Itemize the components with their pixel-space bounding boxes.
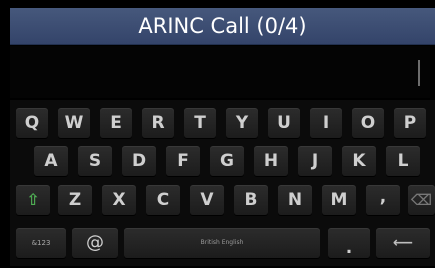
- key-p[interactable]: P: [394, 108, 426, 138]
- key-l[interactable]: L: [386, 146, 420, 176]
- screen: ARINC Call (0/4) Q W E R T Y U I O P A S…: [0, 0, 435, 266]
- key-v[interactable]: V: [190, 185, 224, 215]
- key-z[interactable]: Z: [58, 185, 92, 215]
- key-m[interactable]: M: [322, 185, 356, 215]
- key-comma[interactable]: ,: [366, 185, 400, 215]
- key-n[interactable]: N: [278, 185, 312, 215]
- shift-key[interactable]: ⇧: [16, 185, 50, 215]
- key-k[interactable]: K: [342, 146, 376, 176]
- backspace-key[interactable]: ⌫: [408, 185, 435, 215]
- enter-key[interactable]: ⟵: [376, 228, 430, 258]
- key-h[interactable]: H: [254, 146, 288, 176]
- key-y[interactable]: Y: [226, 108, 258, 138]
- key-i[interactable]: I: [310, 108, 342, 138]
- key-c[interactable]: C: [146, 185, 180, 215]
- key-w[interactable]: W: [58, 108, 90, 138]
- enter-arrow-icon: ⟵: [392, 235, 414, 251]
- key-period[interactable]: .: [328, 228, 370, 258]
- key-a[interactable]: A: [34, 146, 68, 176]
- key-d[interactable]: D: [122, 146, 156, 176]
- key-x[interactable]: X: [102, 185, 136, 215]
- key-u[interactable]: U: [268, 108, 300, 138]
- text-input-area[interactable]: [10, 46, 430, 98]
- key-g[interactable]: G: [210, 146, 244, 176]
- key-s[interactable]: S: [78, 146, 112, 176]
- spacebar-key[interactable]: British English: [124, 228, 320, 258]
- key-b[interactable]: B: [234, 185, 268, 215]
- key-o[interactable]: O: [352, 108, 384, 138]
- title-bar: ARINC Call (0/4): [10, 8, 435, 45]
- backspace-icon: ⌫: [410, 191, 433, 209]
- text-cursor: [418, 60, 420, 86]
- key-at[interactable]: @: [72, 228, 118, 258]
- symbols-key[interactable]: &123: [16, 228, 66, 258]
- key-e[interactable]: E: [100, 108, 132, 138]
- key-r[interactable]: R: [142, 108, 174, 138]
- shift-arrow-icon: ⇧: [26, 190, 40, 209]
- key-q[interactable]: Q: [16, 108, 48, 138]
- key-f[interactable]: F: [166, 146, 200, 176]
- key-j[interactable]: J: [298, 146, 332, 176]
- on-screen-keyboard: Q W E R T Y U I O P A S D F G H J K L ⇧ …: [10, 100, 435, 266]
- key-t[interactable]: T: [184, 108, 216, 138]
